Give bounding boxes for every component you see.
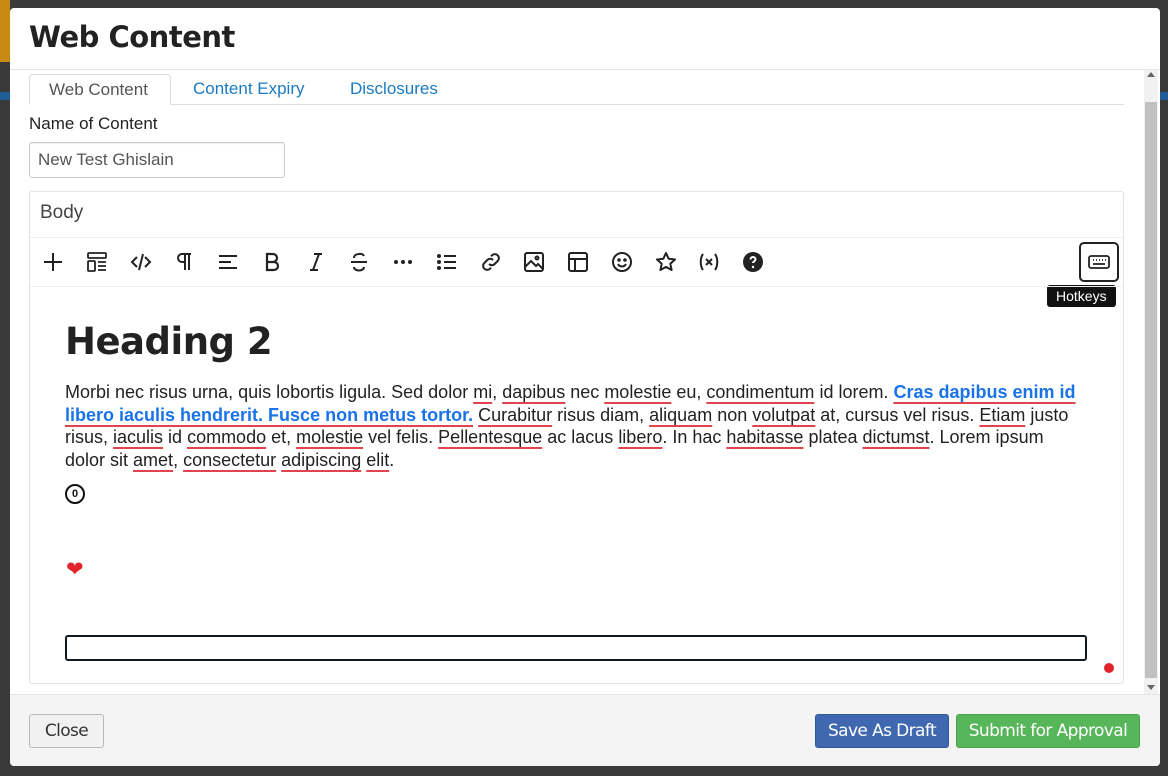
body-editor: Body Hotkeys Heading 2 Morbi nec risus u… [29,191,1124,684]
close-button[interactable]: Close [29,714,104,748]
content-paragraph: Morbi nec risus urna, quis lobortis ligu… [65,382,1076,470]
table-icon[interactable] [561,244,595,280]
editor-title: Body [40,202,84,223]
bold-icon[interactable] [255,244,289,280]
spellcheck-word: consectetur [183,449,277,470]
plus-icon[interactable] [36,244,70,280]
tab-bar: Web Content Content Expiry Disclosures [29,74,1124,105]
emoji-icon[interactable] [605,244,639,280]
list-icon[interactable] [430,244,464,280]
help-icon[interactable] [736,244,770,280]
scroll-up-arrow-icon[interactable] [1147,72,1155,77]
spellcheck-word: mi [473,382,493,402]
spellcheck-word: commodo [187,427,267,447]
tab-disclosures[interactable]: Disclosures [331,74,461,104]
circled-zero-glyph: 0 [65,484,85,504]
scrollbar[interactable] [1144,70,1158,694]
modal-title: Web Content [29,20,235,54]
heart-icon: ❤ [66,558,84,581]
align-left-icon[interactable] [211,244,245,280]
spellcheck-word: elit [366,449,390,470]
spellcheck-word: aliquam [649,404,713,425]
selected-empty-block[interactable] [65,635,1087,661]
spellcheck-word: adipiscing [281,449,362,470]
spellcheck-word: Curabitur [478,404,553,425]
spellcheck-word: molestie [296,427,364,447]
name-of-content-input[interactable] [29,142,285,178]
spellcheck-word: Pellentesque [438,427,543,447]
more-icon[interactable] [386,244,420,280]
pilcrow-icon[interactable] [167,244,201,280]
spellcheck-word: condimentum [706,382,815,402]
keyboard-icon [1088,255,1110,269]
spellcheck-word: habitasse [726,427,804,447]
save-as-draft-button[interactable]: Save As Draft [815,714,949,748]
spellcheck-word: Etiam [979,404,1026,425]
modal-footer: Close Save As Draft Submit for Approval [10,694,1160,766]
template-icon[interactable] [80,244,114,280]
spellcheck-word: volutpat [752,404,816,425]
variable-icon[interactable] [692,244,726,280]
star-icon[interactable] [649,244,683,280]
image-icon[interactable] [517,244,551,280]
modal-header: Web Content [10,8,1160,70]
spellcheck-word: molestie [604,382,672,402]
link-icon[interactable] [474,244,508,280]
spellcheck-word: dapibus [502,382,566,402]
spellcheck-word: libero [618,427,663,447]
editor-toolbar: Hotkeys [30,238,1123,307]
status-dot [1104,663,1114,673]
spellcheck-word: amet [133,449,174,470]
tab-web-content[interactable]: Web Content [29,74,171,105]
divider [30,286,1123,287]
tab-content-expiry[interactable]: Content Expiry [174,74,326,104]
web-content-modal: Web Content Web Content Content Expiry D… [10,8,1160,766]
hotkeys-button[interactable] [1079,242,1119,282]
scroll-down-arrow-icon[interactable] [1147,685,1155,690]
spellcheck-word: dictumst [862,427,930,447]
italic-icon[interactable] [299,244,333,280]
content-heading: Heading 2 [65,320,273,363]
modal-body: Web Content Content Expiry Disclosures N… [10,70,1160,694]
strikethrough-icon[interactable] [342,244,376,280]
code-icon[interactable] [124,244,158,280]
spellcheck-word: iaculis [113,427,164,447]
hotkeys-tooltip: Hotkeys [1047,285,1116,307]
scrollbar-thumb[interactable] [1145,102,1157,678]
submit-for-approval-button[interactable]: Submit for Approval [956,714,1140,748]
name-of-content-label: Name of Content [29,114,158,133]
background-accent [0,0,10,62]
background-accent [0,92,10,100]
